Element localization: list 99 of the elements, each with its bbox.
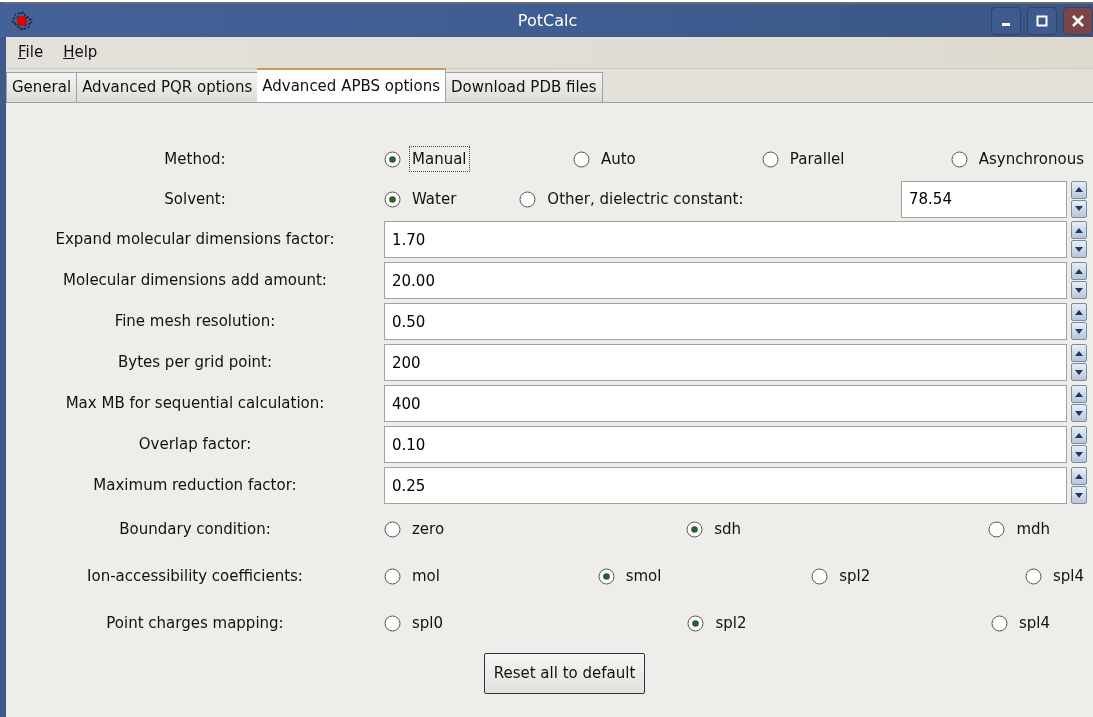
tab[interactable]: Advanced PQR options [76,72,259,102]
spin-up-button[interactable] [1071,385,1087,403]
field-label: Overlap factor: [137,434,253,456]
down-arrow-icon [1075,287,1083,293]
close-icon [1072,14,1084,27]
spin-down-button[interactable] [1071,322,1087,340]
spin-down-button[interactable] [1071,240,1087,258]
field-label: Boundary condition: [118,519,272,541]
number-field[interactable]: 0.50 [384,303,1067,340]
radio-button[interactable] [687,615,705,632]
number-field[interactable]: 0.25 [384,467,1067,504]
up-arrow-icon [1075,473,1083,479]
radio-button[interactable] [572,150,590,168]
radio-label[interactable]: Asynchronous [975,145,1087,173]
number-field[interactable]: 0.10 [384,426,1067,463]
down-arrow-icon [1075,246,1083,252]
radio-button[interactable] [988,521,1006,538]
window-title: PotCalc [516,9,579,32]
field-label: Bytes per grid point: [117,352,273,374]
radio-button[interactable] [384,150,401,168]
radio-label[interactable]: zero [409,516,448,543]
down-arrow-icon [1075,206,1083,211]
radio-label[interactable]: Parallel [786,145,848,173]
down-arrow-icon [1075,410,1083,416]
radio-button[interactable] [1024,568,1042,585]
up-arrow-icon [1075,227,1083,233]
radio-label[interactable]: Auto [597,145,639,173]
spin-down-button[interactable] [1071,281,1087,299]
up-arrow-icon [1075,187,1083,192]
radio-label[interactable]: spl4 [1015,610,1053,637]
number-field[interactable]: 400 [384,385,1067,422]
field-label: Method: [163,148,227,170]
radio-label[interactable]: mol [409,563,443,590]
number-field[interactable]: 200 [384,344,1067,381]
radio-button[interactable] [384,568,401,585]
radio-button[interactable] [597,568,615,585]
radio-button[interactable] [950,150,968,168]
spin-down-button[interactable] [1071,404,1087,422]
app-icon [10,9,34,32]
radio-label[interactable]: spl2 [836,563,874,590]
down-arrow-icon [1075,328,1083,334]
number-field[interactable]: 1.70 [384,221,1067,258]
radio-label[interactable]: mdh [1013,516,1053,543]
field-label: Ion-accessibility coefficients: [86,566,304,588]
spin-up-button[interactable] [1071,344,1087,362]
radio-label[interactable]: sdh [711,516,745,543]
radio-label[interactable]: spl4 [1049,563,1087,590]
down-arrow-icon [1075,451,1083,457]
radio-label[interactable]: spl0 [409,610,447,637]
number-field[interactable]: 20.00 [384,262,1067,299]
reset-button[interactable]: Reset all to default [483,653,646,694]
radio-button[interactable] [384,521,401,538]
spin-up-button[interactable] [1071,467,1087,485]
spin-down-button[interactable] [1071,486,1087,504]
spin-up-button[interactable] [1071,221,1087,239]
spin-up-button[interactable] [1071,262,1087,280]
radio-button[interactable] [384,615,401,632]
menu-item[interactable]: Help [63,41,98,64]
tab[interactable]: Download PDB files [445,72,603,102]
spin-down-button[interactable] [1071,199,1087,218]
radio-label[interactable]: Water [409,185,460,213]
field-label: Solvent: [163,188,227,210]
field-label: Point charges mapping: [105,613,285,635]
maximize-button[interactable] [1027,6,1057,35]
field-label: Expand molecular dimensions factor: [54,229,336,251]
radio-button[interactable] [761,150,779,168]
spin-up-button[interactable] [1071,180,1087,199]
up-arrow-icon [1075,268,1083,274]
menu-item[interactable]: File [18,41,44,64]
number-field[interactable]: 78.54 [901,180,1067,218]
radio-label[interactable]: spl2 [712,610,750,637]
field-label: Fine mesh resolution: [113,311,277,333]
down-arrow-icon [1075,369,1083,375]
radio-button[interactable] [811,568,829,585]
radio-button[interactable] [519,190,537,208]
spin-up-button[interactable] [1071,426,1087,444]
up-arrow-icon [1075,432,1083,438]
close-button[interactable] [1063,6,1093,35]
field-label: Max MB for sequential calculation: [64,393,326,415]
radio-label[interactable]: smol [622,563,665,590]
tab[interactable]: Advanced APBS options [257,68,446,102]
maximize-icon [1036,14,1048,27]
spin-down-button[interactable] [1071,363,1087,381]
radio-button[interactable] [384,190,401,208]
up-arrow-icon [1075,350,1083,356]
field-label: Maximum reduction factor: [92,475,298,497]
radio-label[interactable]: Manual [409,145,470,173]
minimize-icon [1002,23,1010,26]
radio-button[interactable] [686,521,704,538]
minimize-button[interactable] [991,6,1021,35]
up-arrow-icon [1075,309,1083,315]
spin-down-button[interactable] [1071,445,1087,463]
radio-label[interactable]: Other, dielectric constant: [544,185,747,213]
tab[interactable]: General [6,72,78,102]
up-arrow-icon [1075,391,1083,397]
field-label: Molecular dimensions add amount: [62,270,328,292]
down-arrow-icon [1075,492,1083,498]
spin-up-button[interactable] [1071,303,1087,321]
radio-button[interactable] [990,615,1008,632]
